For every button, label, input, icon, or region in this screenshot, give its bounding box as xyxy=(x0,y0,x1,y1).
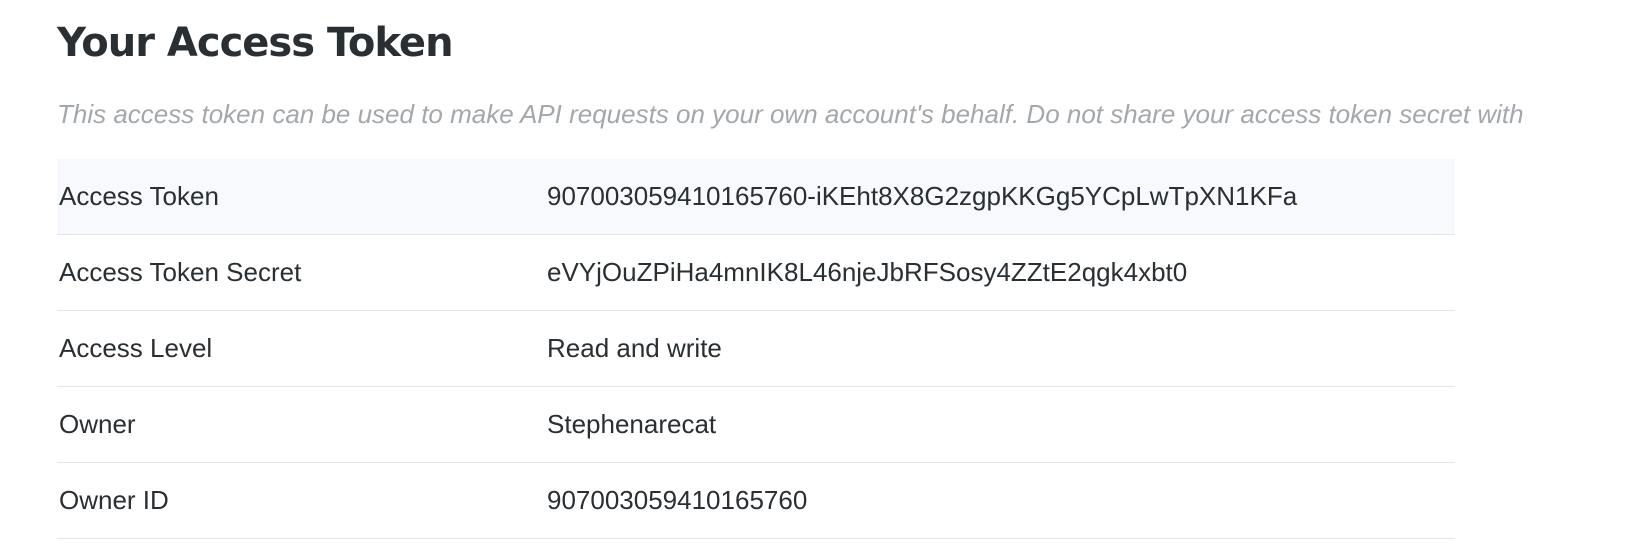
table-row-owner: Owner Stephenarecat xyxy=(57,386,1455,463)
table-row-owner-id: Owner ID 907003059410165760 xyxy=(57,462,1455,539)
section-title: Your Access Token xyxy=(57,20,454,66)
access-token-value[interactable]: 907003059410165760-iKEht8X8G2zgpKKGg5YCp… xyxy=(547,159,1455,235)
owner-id-value[interactable]: 907003059410165760 xyxy=(547,462,1455,539)
row-label: Access Token xyxy=(57,159,547,235)
access-level-value: Read and write xyxy=(547,310,1455,387)
row-label: Owner xyxy=(57,386,547,463)
access-token-secret-value[interactable]: eVYjOuZPiHa4mnIK8L46njeJbRFSosy4ZZtE2qgk… xyxy=(547,234,1455,311)
table-row-access-token: Access Token 907003059410165760-iKEht8X8… xyxy=(57,159,1455,235)
section-description: This access token can be used to make AP… xyxy=(57,99,1524,129)
access-token-page: Your Access Token This access token can … xyxy=(0,0,1640,556)
table-row-access-token-secret: Access Token Secret eVYjOuZPiHa4mnIK8L46… xyxy=(57,234,1455,311)
access-token-table: Access Token 907003059410165760-iKEht8X8… xyxy=(57,159,1455,539)
row-label: Access Token Secret xyxy=(57,234,547,311)
row-label: Owner ID xyxy=(57,462,547,539)
table-row-access-level: Access Level Read and write xyxy=(57,310,1455,387)
row-label: Access Level xyxy=(57,310,547,387)
owner-value: Stephenarecat xyxy=(547,386,1455,463)
